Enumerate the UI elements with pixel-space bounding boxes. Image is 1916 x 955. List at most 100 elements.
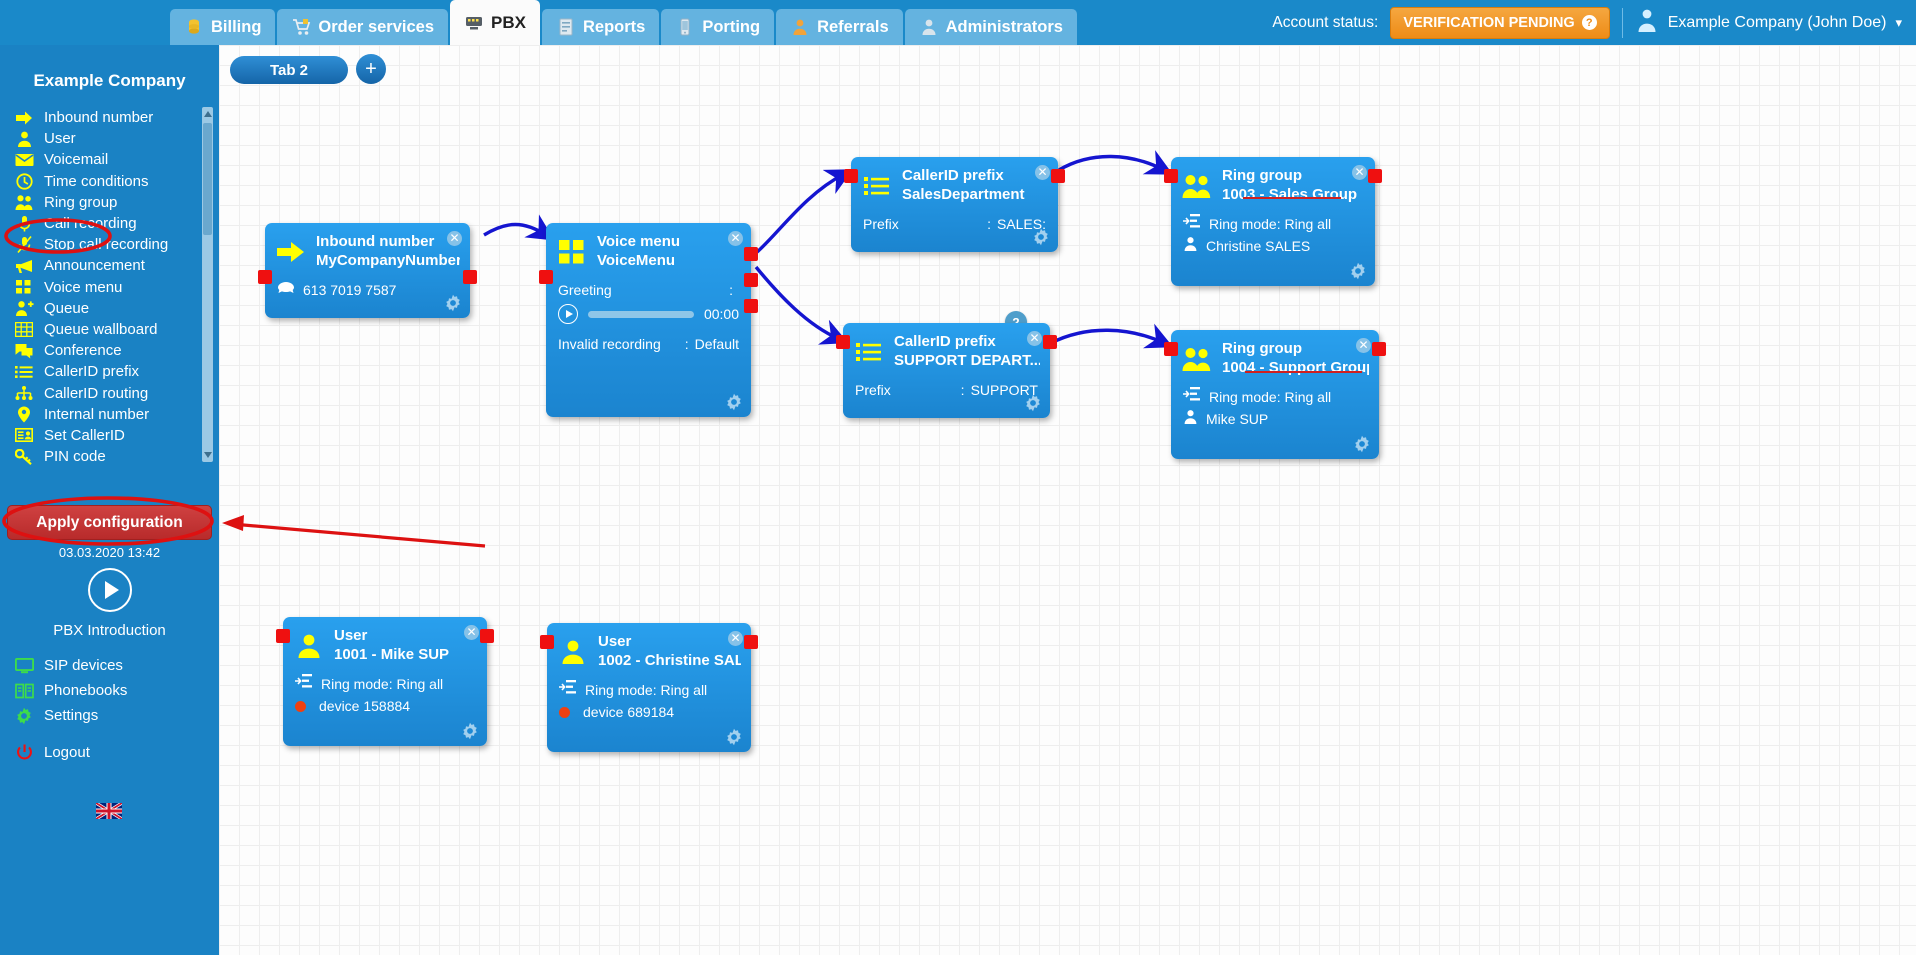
sidebar-item-voice-menu[interactable]: Voice menu [14, 277, 219, 298]
node-voice-menu[interactable]: ✕ Voice menu VoiceMenu Greeting : 00:00 … [546, 223, 751, 417]
node-callerid-prefix-support[interactable]: ✕ CallerID prefix SUPPORT DEPART... Pref… [843, 323, 1050, 418]
close-icon[interactable]: ✕ [464, 625, 479, 640]
node-callerid-prefix-sales[interactable]: ✕ CallerID prefix SalesDepartment Prefix… [851, 157, 1058, 252]
chevron-down-icon[interactable]: ▾ [1895, 15, 1902, 31]
sidebar-item-sip-devices[interactable]: SIP devices [14, 653, 127, 678]
sidebar-item-internal-number[interactable]: Internal number [14, 404, 219, 425]
sidebar-item-callerid-routing[interactable]: CallerID routing [14, 382, 219, 403]
sidebar-item-phonebooks[interactable]: Phonebooks [14, 678, 127, 703]
node-port-out-1[interactable] [744, 247, 758, 261]
tab-referrals[interactable]: Referrals [776, 9, 903, 45]
scroll-down-arrow-icon[interactable] [204, 452, 212, 458]
invalid-recording-separator: : [685, 333, 695, 355]
close-icon[interactable]: ✕ [728, 231, 743, 246]
help-icon[interactable]: ? [1582, 15, 1597, 30]
close-icon[interactable]: ✕ [447, 231, 462, 246]
pbx-introduction-label: PBX Introduction [0, 622, 219, 639]
node-port-in[interactable] [1164, 169, 1178, 183]
node-port-out[interactable] [480, 629, 494, 643]
node-type-label: CallerID prefix [902, 166, 1048, 185]
node-type-label: CallerID prefix [894, 332, 1040, 351]
sidebar-scrollbar[interactable] [202, 107, 213, 462]
play-icon[interactable] [558, 304, 578, 324]
close-icon[interactable]: ✕ [1027, 331, 1042, 346]
gear-icon[interactable] [1024, 394, 1042, 412]
close-icon[interactable]: ✕ [1035, 165, 1050, 180]
node-port-out[interactable] [744, 635, 758, 649]
node-port-out[interactable] [1368, 169, 1382, 183]
scrollbar-thumb[interactable] [203, 123, 212, 235]
close-icon[interactable]: ✕ [728, 631, 743, 646]
node-inbound-number[interactable]: ✕ Inbound number MyCompanyNumber 613 701… [265, 223, 470, 318]
node-port-out-2[interactable] [744, 273, 758, 287]
gear-icon[interactable] [725, 728, 743, 746]
group-icon [14, 193, 34, 211]
user-menu[interactable]: Example Company (John Doe) ▾ [1635, 7, 1902, 38]
gear-icon[interactable] [725, 393, 743, 411]
node-port-in[interactable] [258, 270, 272, 284]
tab-order-services[interactable]: Order services [277, 9, 448, 45]
coins-icon [184, 17, 204, 37]
canvas-tab-label: Tab 2 [270, 62, 308, 79]
node-ring-group-support[interactable]: ✕ Ring group 1004 - Support Group Ring m… [1171, 330, 1379, 459]
sidebar-item-queue[interactable]: Queue [14, 298, 219, 319]
node-port-in[interactable] [539, 270, 553, 284]
pbx-flow-canvas[interactable]: Tab 2 + 1 2 ✕ Inbound number MyCo [219, 45, 1916, 955]
node-user-christine[interactable]: ✕ User 1002 - Christine SAL... Ring mode… [547, 623, 751, 752]
gear-icon[interactable] [1353, 435, 1371, 453]
microphone-icon [14, 215, 34, 233]
gear-icon[interactable] [461, 722, 479, 740]
sidebar-item-inbound-number[interactable]: Inbound number [14, 107, 219, 128]
node-port-out[interactable] [1372, 342, 1386, 356]
sidebar-item-logout[interactable]: Logout [14, 740, 127, 765]
sidebar-item-stop-call-recording[interactable]: Stop call recording [14, 234, 219, 255]
node-port-in[interactable] [844, 169, 858, 183]
canvas-tab-2[interactable]: Tab 2 [230, 56, 348, 84]
gear-icon[interactable] [444, 294, 462, 312]
sidebar-item-time-conditions[interactable]: Time conditions [14, 171, 219, 192]
play-icon [105, 581, 119, 599]
node-port-in[interactable] [540, 635, 554, 649]
sidebar-item-call-recording[interactable]: Call recording [14, 213, 219, 234]
scroll-up-arrow-icon[interactable] [204, 111, 212, 117]
verification-status-badge[interactable]: VERIFICATION PENDING ? [1390, 7, 1609, 39]
node-port-out[interactable] [1043, 335, 1057, 349]
node-port-in[interactable] [836, 335, 850, 349]
sidebar-item-set-callerid[interactable]: Set CallerID [14, 425, 219, 446]
node-port-in[interactable] [276, 629, 290, 643]
gear-icon[interactable] [1032, 228, 1050, 246]
tab-billing[interactable]: Billing [170, 9, 275, 45]
tab-reports[interactable]: Reports [542, 9, 659, 45]
add-tab-button[interactable]: + [356, 54, 386, 84]
sidebar-item-ring-group[interactable]: Ring group [14, 192, 219, 213]
sidebar-item-voicemail[interactable]: Voicemail [14, 149, 219, 170]
sidebar-item-callerid-prefix[interactable]: CallerID prefix [14, 361, 219, 382]
close-icon[interactable]: ✕ [1356, 338, 1371, 353]
sidebar-item-announcement[interactable]: Announcement [14, 255, 219, 276]
node-user-mike[interactable]: ✕ User 1001 - Mike SUP Ring mode: Ring a… [283, 617, 487, 746]
greeting-player[interactable]: 00:00 [558, 303, 739, 325]
tab-label: PBX [491, 13, 526, 33]
node-port-in[interactable] [1164, 342, 1178, 356]
node-port-out[interactable] [463, 270, 477, 284]
sidebar-item-conference[interactable]: Conference [14, 340, 219, 361]
gear-icon[interactable] [1349, 262, 1367, 280]
sidebar-item-settings[interactable]: Settings [14, 703, 127, 728]
admin-icon [919, 17, 939, 37]
sidebar-company-name: Example Company [0, 71, 219, 91]
tab-pbx[interactable]: PBX [450, 0, 540, 45]
close-icon[interactable]: ✕ [1352, 165, 1367, 180]
audio-progress-bar[interactable] [588, 311, 694, 318]
tab-porting[interactable]: Porting [661, 9, 774, 45]
play-button[interactable] [88, 568, 132, 612]
sidebar-item-queue-wallboard[interactable]: Queue wallboard [14, 319, 219, 340]
node-port-out[interactable] [1051, 169, 1065, 183]
sidebar-item-pin-code[interactable]: PIN code [14, 446, 219, 467]
tab-administrators[interactable]: Administrators [905, 9, 1077, 45]
node-greeting-row: Greeting : [558, 279, 739, 301]
uk-flag-icon[interactable] [96, 803, 122, 819]
node-ring-group-sales[interactable]: ✕ Ring group 1003 - Sales Group Ring mod… [1171, 157, 1375, 286]
sidebar-item-user[interactable]: User [14, 128, 219, 149]
node-port-out-3[interactable] [744, 299, 758, 313]
apply-configuration-button[interactable]: Apply configuration [7, 505, 212, 540]
